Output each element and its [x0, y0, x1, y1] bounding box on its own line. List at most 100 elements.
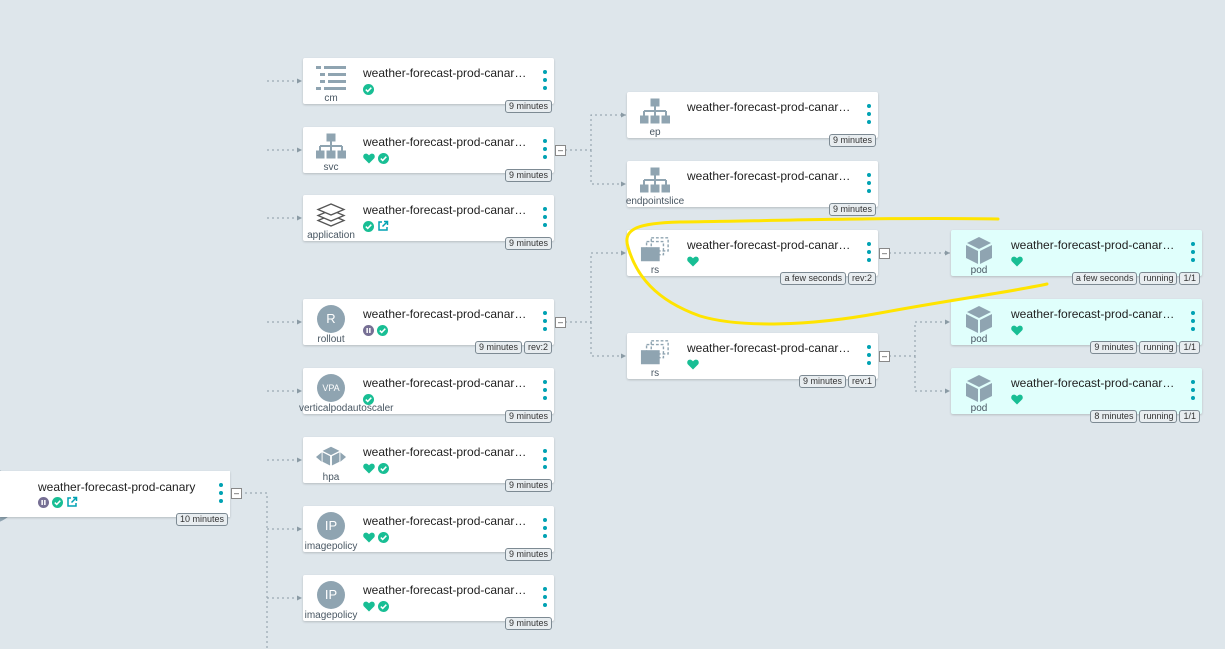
info-tag: 9 minutes [504, 617, 552, 630]
node-menu-button[interactable] [218, 483, 224, 503]
node-menu-button[interactable] [542, 139, 548, 159]
info-tag: 9 minutes [828, 134, 876, 147]
resource-kind-label: cm [324, 93, 338, 104]
synced-icon [378, 600, 389, 612]
resource-node-endpointslice[interactable]: endpointslice weather-forecast-prod-canar… [626, 161, 878, 216]
node-menu-button[interactable] [1190, 242, 1196, 262]
node-tags: 9 minutes [504, 548, 552, 561]
resource-name: weather-forecast-prod-canary... [363, 445, 527, 459]
synced-icon [363, 220, 374, 232]
resource-name: weather-forecast-prod-canary... [363, 307, 527, 321]
resource-kind-label: verticalpodautoscaler [299, 403, 394, 414]
resource-kind-label: pod [970, 334, 988, 345]
root-application-node[interactable]: weather-forecast-prod-canary 10 minutes [0, 471, 230, 526]
node-tags: 9 minutes [828, 203, 876, 216]
info-tag: rev:1 [847, 375, 876, 388]
info-tag: 9 minutes [504, 169, 552, 182]
node-tags: 9 minutes [504, 479, 552, 492]
resource-name: weather-forecast-prod-canary... [363, 376, 527, 390]
resource-node-imagepolicy[interactable]: IP imagepolicy weather-forecast-prod-canar… [303, 575, 554, 630]
resource-node-application[interactable]: application weather-forecast-prod-canary.… [303, 195, 554, 250]
synced-icon [363, 83, 374, 95]
heart-icon [363, 153, 375, 164]
status-icons [38, 495, 78, 509]
resource-kind-label: imagepolicy [304, 610, 358, 621]
info-tag: 9 minutes [828, 203, 876, 216]
node-menu-button[interactable] [542, 518, 548, 538]
status-icons [363, 530, 389, 544]
resource-node-hpa[interactable]: hpa weather-forecast-prod-canary... 9 minu… [303, 437, 554, 492]
collapse-toggle[interactable]: – [555, 145, 566, 156]
resource-node-rs[interactable]: rs weather-forecast-prod-canary... 9 minut… [627, 333, 878, 388]
resource-node-imagepolicy[interactable]: IP imagepolicy weather-forecast-prod-canar… [303, 506, 554, 561]
external-link-icon[interactable] [66, 496, 78, 508]
node-menu-button[interactable] [1190, 311, 1196, 331]
resource-node-pod[interactable]: pod weather-forecast-prod-canary... 9 minu… [951, 299, 1202, 354]
resource-kind-label: pod [970, 265, 988, 276]
resource-kind-label: rs [650, 368, 660, 379]
node-name: weather-forecast-prod-canary [38, 480, 196, 494]
info-tag: 9 minutes [504, 548, 552, 561]
collapse-toggle[interactable]: – [879, 248, 890, 259]
resource-name: weather-forecast-prod-canary... [363, 203, 527, 217]
resource-name: weather-forecast-prod-canary... [687, 341, 851, 355]
resource-kind-label: imagepolicy [304, 541, 358, 552]
heart-icon [363, 463, 375, 474]
node-menu-button[interactable] [866, 104, 872, 124]
node-menu-button[interactable] [542, 70, 548, 90]
resource-name: weather-forecast-prod-canary... [687, 100, 851, 114]
node-tags: 9 minutes [504, 100, 552, 113]
resource-kind-label: pod [970, 403, 988, 414]
info-tag: 9 minutes [504, 100, 552, 113]
node-menu-button[interactable] [866, 173, 872, 193]
collapse-toggle[interactable]: – [555, 317, 566, 328]
resource-node-svc[interactable]: svc weather-forecast-prod-canary... 9 minu… [303, 127, 554, 182]
info-tag: a few seconds [1071, 272, 1138, 285]
status-icons [363, 392, 374, 406]
resource-node-rs[interactable]: rs weather-forecast-prod-canary... a few s… [627, 230, 878, 285]
synced-icon [378, 152, 389, 164]
node-tags: 9 minutes [504, 617, 552, 630]
info-tag: 9 minutes [504, 237, 552, 250]
collapse-toggle[interactable]: – [231, 488, 242, 499]
resource-kind-label: hpa [322, 472, 340, 483]
heart-icon [363, 532, 375, 543]
resource-node-verticalpodautoscaler[interactable]: VPA verticalpodautoscaler weather-forecast… [299, 368, 554, 423]
node-menu-button[interactable] [542, 311, 548, 331]
resource-name: weather-forecast-prod-canary... [1011, 238, 1175, 252]
info-tag: running [1139, 272, 1178, 285]
heart-icon [687, 359, 699, 370]
node-tags: 9 minutes [828, 134, 876, 147]
status-icons [363, 219, 389, 233]
heart-icon [687, 256, 699, 267]
resource-node-cm[interactable]: cm weather-forecast-prod-canary... 9 minut… [303, 58, 554, 113]
external-link-icon[interactable] [377, 220, 389, 232]
resource-node-pod[interactable]: pod weather-forecast-prod-canary... a few … [951, 230, 1202, 285]
info-tag: 9 minutes [798, 375, 846, 388]
node-menu-button[interactable] [866, 345, 872, 365]
synced-icon [377, 324, 388, 336]
status-icons [363, 323, 388, 337]
node-menu-button[interactable] [542, 449, 548, 469]
resource-node-pod[interactable]: pod weather-forecast-prod-canary... 8 minu… [951, 368, 1202, 423]
resource-name: weather-forecast-prod-canary... [687, 169, 851, 183]
resource-kind-label: svc [323, 162, 339, 173]
info-tag: 1/1 [1179, 410, 1200, 423]
resource-kind-label: ep [649, 127, 661, 138]
resource-node-ep[interactable]: ep weather-forecast-prod-canary... 9 minut… [627, 92, 878, 147]
node-menu-button[interactable] [542, 587, 548, 607]
info-tag: rev:2 [847, 272, 876, 285]
resource-tree-canvas: weather-forecast-prod-canary 10 minutes … [0, 0, 1225, 649]
node-tags: 9 minutes [504, 169, 552, 182]
node-menu-button[interactable] [1190, 380, 1196, 400]
status-icons [363, 82, 374, 96]
node-tags: a few seconds rev:2 [780, 272, 876, 285]
collapse-toggle[interactable]: – [879, 351, 890, 362]
node-menu-button[interactable] [542, 207, 548, 227]
node-menu-button[interactable] [542, 380, 548, 400]
node-menu-button[interactable] [866, 242, 872, 262]
resource-node-rollout[interactable]: Rrollout weather-forecast-prod-canary... 9… [303, 299, 554, 354]
status-icons [1011, 392, 1023, 406]
status-icons [687, 357, 699, 371]
resource-kind-label: application [307, 230, 355, 241]
